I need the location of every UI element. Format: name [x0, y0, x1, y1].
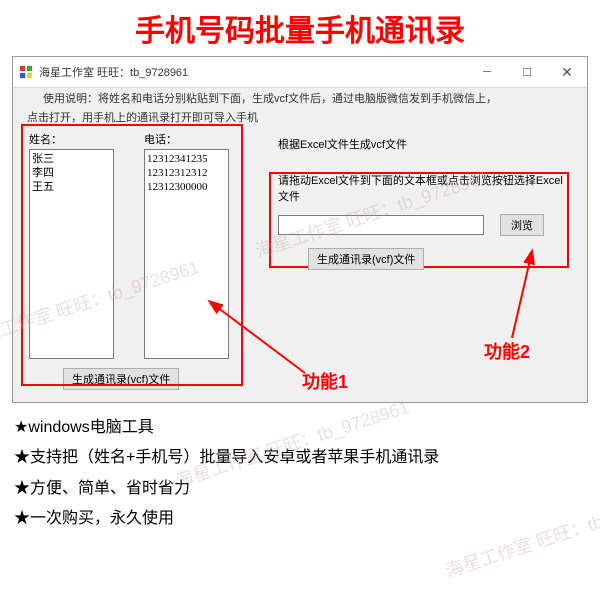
instructions-line1: 使用说明：将姓名和电话分别粘贴到下面，生成vcf文件后，通过电脑版微信发到手机微…	[43, 92, 577, 107]
window-title: 海星工作室 旺旺：tb_9728961	[39, 64, 467, 80]
feature1-highlight	[21, 124, 243, 386]
excel-title: 根据Excel文件生成vcf文件	[278, 136, 568, 152]
maximize-button[interactable]: ☐	[507, 61, 547, 83]
main-title: 手机号码批量手机通讯录	[0, 0, 600, 54]
bullet-1: ★windows电脑工具	[14, 413, 586, 443]
feature-bullets: ★windows电脑工具 ★支持把（姓名+手机号）批量导入安卓或者苹果手机通讯录…	[14, 413, 586, 535]
window-controls: ─ ☐ ✕	[467, 61, 587, 83]
excel-instructions: 请拖动Excel文件到下面的文本框或点击浏览按钮选择Excel文件	[278, 172, 568, 204]
excel-path-input[interactable]	[278, 215, 484, 235]
feature2-label: 功能2	[484, 338, 530, 364]
feature1-label: 功能1	[302, 368, 348, 394]
minimize-button[interactable]: ─	[467, 61, 507, 83]
titlebar: 海星工作室 旺旺：tb_9728961 ─ ☐ ✕	[13, 57, 587, 88]
bullet-2: ★支持把（姓名+手机号）批量导入安卓或者苹果手机通讯录	[14, 443, 586, 473]
bullet-4: ★一次购买，永久使用	[14, 504, 586, 534]
bullet-3: ★方便、简单、省时省力	[14, 474, 586, 504]
excel-panel: 根据Excel文件生成vcf文件 请拖动Excel文件到下面的文本框或点击浏览按…	[278, 136, 568, 270]
close-button[interactable]: ✕	[547, 61, 587, 83]
browse-button[interactable]: 浏览	[500, 214, 544, 236]
generate-vcf-button-2[interactable]: 生成通讯录(vcf)文件	[308, 248, 424, 270]
app-icon	[19, 65, 33, 79]
